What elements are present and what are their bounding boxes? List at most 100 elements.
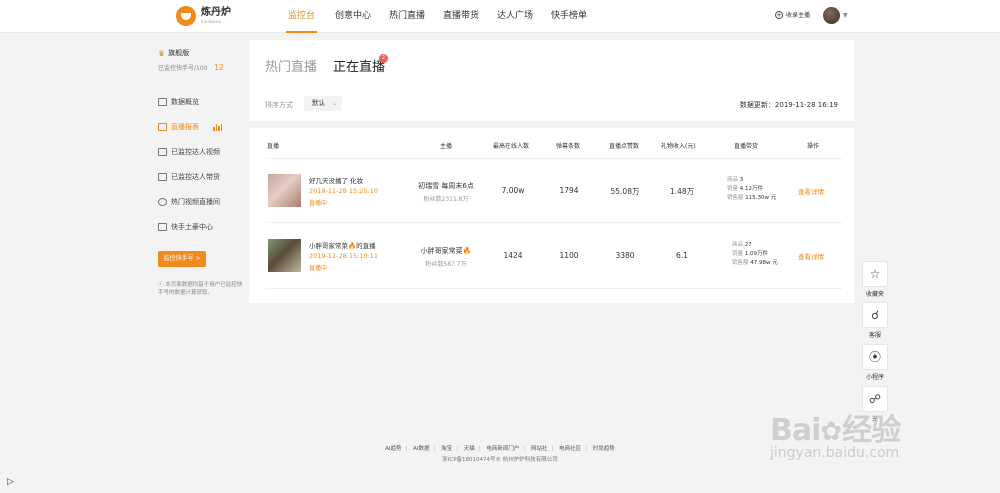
logo-icon: [176, 6, 196, 26]
headset-icon: ☌: [870, 308, 880, 322]
revenue-value: 47.98w 元: [750, 260, 778, 266]
quota-used: 12: [214, 63, 224, 72]
plus-icon: +: [775, 10, 783, 19]
footer-link[interactable]: 淘宝: [441, 446, 452, 452]
footer-link[interactable]: 电商社区: [559, 446, 581, 452]
tab-live-now[interactable]: 正在直播: [333, 56, 385, 75]
thumb-up-icon: [158, 223, 167, 231]
column-header: 直播: [267, 143, 280, 150]
gift-income: 1.48万: [669, 187, 695, 196]
column-header: 礼物收入(元): [661, 143, 696, 150]
mini-program-button[interactable]: ⦿: [862, 344, 888, 370]
live-start-time: 2019-11-28 15:10:11: [309, 252, 379, 260]
avatar[interactable]: [823, 7, 840, 24]
tab-hot-live[interactable]: 热门直播: [265, 56, 317, 75]
view-details-link[interactable]: 查看详情: [798, 186, 824, 196]
gift-income: 6.1: [676, 251, 688, 260]
column-header: 直播点赞数: [609, 143, 640, 150]
live-thumbnail[interactable]: [268, 239, 301, 272]
top-navbar: 炼丹炉 liandanlu 监控台 创意中心 热门直播 直播带货 达人广场 快手…: [0, 0, 1000, 33]
divider: [265, 288, 842, 289]
monitor-account-button[interactable]: 监控快手号 >: [158, 251, 206, 267]
mini-program-label: 小程序: [865, 374, 884, 381]
sidebar-item-monitored-videos[interactable]: 已监控达人视频: [158, 147, 220, 157]
add-anchor-button[interactable]: + 收录主播: [775, 10, 810, 19]
sidebar-item-label: 已监控达人带货: [171, 173, 220, 181]
sidebar-item-label: 热门视频直播间: [171, 198, 220, 206]
column-header: 弹幕条数: [556, 143, 581, 150]
live-title[interactable]: 小胖哥家常菜🔥的直播: [309, 240, 376, 250]
compass-icon: ⦿: [868, 350, 881, 364]
chart-icon: [158, 98, 167, 106]
watermark-brand: Bai: [770, 413, 821, 448]
nav-live-commerce[interactable]: 直播带货: [443, 0, 479, 33]
sidebar-item-overview[interactable]: 数据概览: [158, 97, 199, 107]
watermark-brand-cn: 经验: [842, 413, 901, 448]
live-count-badge: 2: [379, 54, 388, 63]
chevron-down-icon[interactable]: ▼: [843, 12, 848, 19]
peak-online: 7.00w: [501, 186, 525, 195]
live-status: 直播中: [309, 200, 328, 207]
watermark: Bai✿经验 jingyan.baidu.com: [770, 405, 901, 461]
footer-link[interactable]: 网站社: [531, 446, 548, 452]
sales-label: 销量: [732, 251, 744, 257]
live-status: 直播中: [309, 265, 328, 272]
sidebar-item-live-report[interactable]: 直播报表: [158, 122, 222, 132]
live-thumbnail[interactable]: [268, 174, 301, 207]
revenue-label: 销售额: [732, 260, 749, 266]
live-title[interactable]: 好几天没播了 化妆: [309, 175, 363, 185]
sidebar-item-hot-video-live[interactable]: 热门视频直播间: [158, 197, 220, 207]
column-header: 最高在线人数: [493, 143, 530, 150]
sidebar-item-tycoon-center[interactable]: 快手土豪中心: [158, 222, 213, 232]
footer-link[interactable]: AI数据: [413, 446, 429, 452]
sidebar-item-monitored-goods[interactable]: 已监控达人带货: [158, 172, 220, 182]
edition-badge: ♛ 旗舰版: [158, 48, 189, 58]
nav-hot-live[interactable]: 热门直播: [389, 0, 425, 33]
chevron-down-icon: ⌄: [331, 100, 337, 107]
danmaku-count: 1794: [559, 186, 579, 195]
sidebar-item-label: 数据概览: [171, 98, 199, 106]
like-count: 3380: [615, 251, 635, 260]
nav-creative[interactable]: 创意中心: [335, 0, 371, 33]
revenue-value: 115.30w 元: [745, 195, 777, 201]
divider: [265, 158, 842, 159]
goods-count: 27: [744, 242, 752, 248]
anchor-name[interactable]: 小胖哥家常菜🔥: [406, 246, 486, 256]
live-goods: 商品 27 销量 1.09万件 销售额 47.98w 元: [732, 241, 778, 268]
footer-link[interactable]: 电商新闻门户: [486, 446, 519, 452]
quota-text: 已监控快手号 12/100: [158, 63, 224, 72]
video-list-icon: [158, 148, 167, 156]
sales-value: 1.09万件: [744, 251, 769, 257]
logo-name: 炼丹炉: [201, 7, 231, 18]
footer-link[interactable]: 时尚趋势: [593, 446, 615, 452]
nav-rankings[interactable]: 快手榜单: [551, 0, 587, 33]
favorites-button[interactable]: ☆: [862, 261, 888, 287]
view-details-link[interactable]: 查看详情: [798, 251, 824, 261]
footer-link[interactable]: AI趋势: [385, 446, 401, 452]
anchor-name[interactable]: 初瑞雪 每周末6点: [406, 181, 486, 191]
nav-monitor[interactable]: 监控台: [285, 0, 318, 33]
customer-service-label: 客服: [868, 332, 881, 339]
expand-icon[interactable]: ▷: [7, 477, 14, 487]
like-count: 55.08万: [610, 187, 640, 196]
sort-value: 默认: [312, 99, 325, 107]
favorites-label: 收藏夹: [865, 291, 884, 298]
add-anchor-label: 收录主播: [786, 12, 811, 19]
customer-service-button[interactable]: ☌: [862, 302, 888, 328]
goods-icon: [158, 173, 167, 181]
sidebar-item-label: 快手土豪中心: [171, 223, 213, 231]
nav-influencers[interactable]: 达人广场: [497, 0, 533, 33]
bar-chart-icon: [213, 123, 222, 131]
column-header: 直播带货: [734, 143, 759, 150]
live-goods: 商品 3 销量 4.12万件 销售额 115.30w 元: [727, 176, 776, 203]
footer-link[interactable]: 天猫: [464, 446, 475, 452]
hot-icon: [158, 198, 167, 206]
live-table: 直播 主播 最高在线人数 弹幕条数 直播点赞数 礼物收入(元) 直播带货 操作 …: [249, 128, 854, 303]
edition-label: 旗舰版: [168, 49, 190, 57]
logo[interactable]: 炼丹炉 liandanlu: [176, 6, 231, 26]
sort-dropdown[interactable]: 默认 ⌄: [304, 96, 342, 111]
info-note: ⓘ 本页面数据均基于用户已监控快手号的数据计算获取。: [158, 282, 243, 296]
sales-value: 4.12万件: [739, 186, 764, 192]
anchor-fans: 粉丝数2311.8万: [423, 196, 469, 203]
sidebar-item-label: 已监控达人视频: [171, 148, 220, 156]
